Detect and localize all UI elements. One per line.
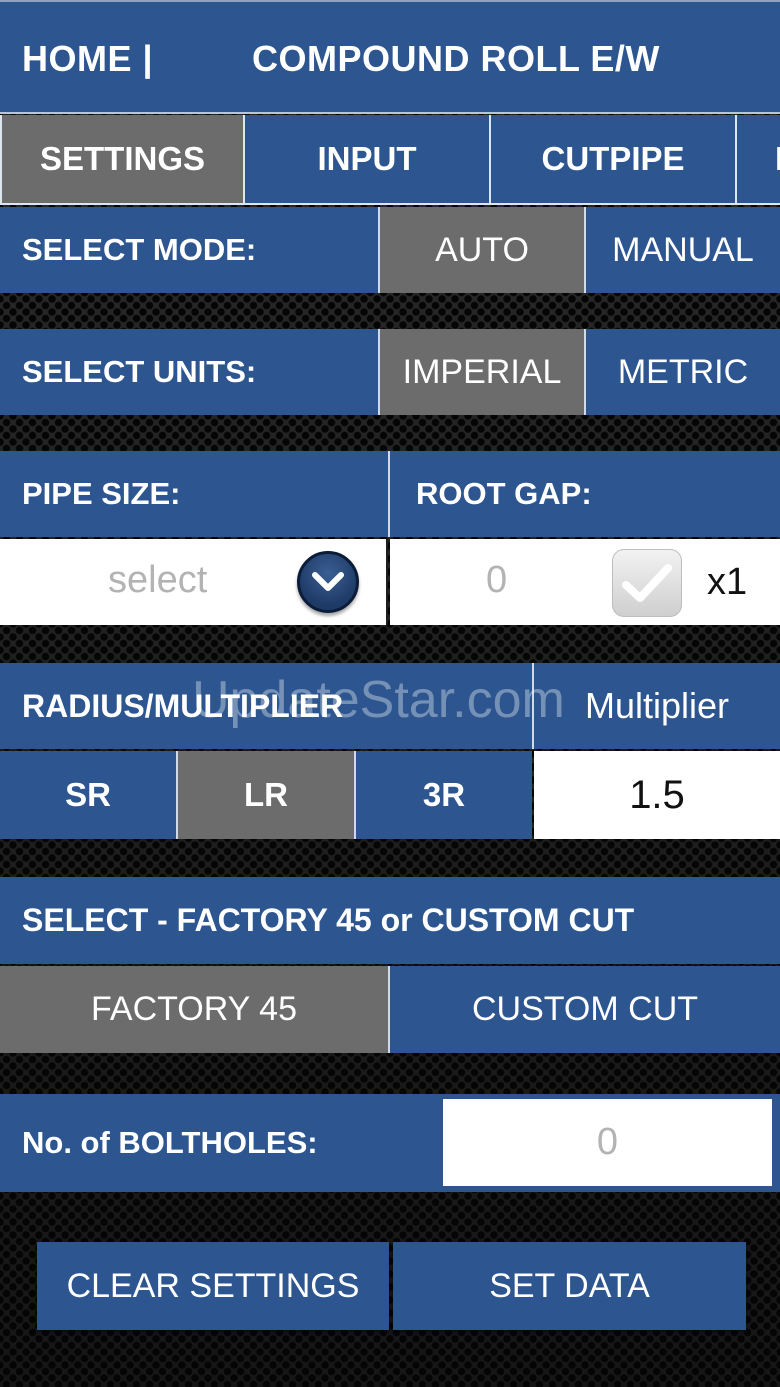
- radius-label: RADIUS/MULTIPLIER: [22, 687, 344, 724]
- multiplier-value: 1.5: [629, 772, 685, 817]
- units-label: SELECT UNITS:: [22, 354, 257, 389]
- root-gap-checkbox[interactable]: [612, 549, 682, 617]
- radius-3r-button[interactable]: 3R: [354, 751, 532, 839]
- tab-cutpipe[interactable]: CUTPIPE: [491, 115, 737, 205]
- tab-settings-label: SETTINGS: [39, 140, 206, 177]
- custom-cut-button[interactable]: CUSTOM CUT: [388, 966, 780, 1053]
- radius-3r-label: 3R: [422, 776, 466, 813]
- root-gap-label-cell: ROOT GAP:: [388, 451, 780, 537]
- multiplier-label: Multiplier: [584, 685, 730, 726]
- multiplier-label-cell: Multiplier: [532, 663, 780, 749]
- boltholes-label: No. of BOLTHOLES:: [22, 1125, 318, 1160]
- tab-cutpipe-label: CUTPIPE: [541, 140, 685, 177]
- units-imperial-button[interactable]: IMPERIAL: [378, 329, 584, 415]
- mode-manual-button[interactable]: MANUAL: [584, 207, 780, 293]
- checkmark-icon: [622, 564, 672, 602]
- pipe-size-placeholder: select: [108, 559, 208, 601]
- pipe-size-label-cell: PIPE SIZE:: [0, 451, 388, 537]
- mode-auto-button[interactable]: AUTO: [378, 207, 584, 293]
- app-header: HOME | COMPOUND ROLL E/W: [0, 0, 780, 114]
- clear-settings-button[interactable]: CLEAR SETTINGS: [37, 1242, 389, 1330]
- boltholes-field[interactable]: 0: [443, 1099, 772, 1186]
- custom-cut-label: CUSTOM CUT: [471, 990, 699, 1028]
- units-label-cell: SELECT UNITS:: [0, 329, 378, 415]
- mode-label: SELECT MODE:: [22, 232, 257, 267]
- tab-more[interactable]: I: [737, 115, 780, 205]
- cut-label-cell: SELECT - FACTORY 45 or CUSTOM CUT: [0, 877, 780, 964]
- tab-more-label: I: [775, 140, 780, 178]
- pipe-size-label: PIPE SIZE:: [22, 476, 181, 511]
- chevron-down-icon[interactable]: [297, 551, 359, 613]
- clear-settings-label: CLEAR SETTINGS: [66, 1266, 360, 1305]
- mode-auto-label: AUTO: [435, 230, 529, 269]
- cut-label: SELECT - FACTORY 45 or CUSTOM CUT: [22, 902, 635, 938]
- radius-lr-label: LR: [244, 776, 288, 813]
- factory-45-label: FACTORY 45: [91, 990, 297, 1028]
- units-metric-label: METRIC: [617, 352, 749, 391]
- tab-settings[interactable]: SETTINGS: [0, 115, 245, 205]
- home-link[interactable]: HOME |: [22, 38, 153, 80]
- factory-45-button[interactable]: FACTORY 45: [0, 966, 388, 1053]
- mode-manual-label: MANUAL: [612, 230, 754, 269]
- boltholes-value: 0: [596, 1121, 619, 1163]
- root-gap-value: 0: [486, 559, 508, 601]
- units-metric-button[interactable]: METRIC: [584, 329, 780, 415]
- multiplier-field[interactable]: 1.5: [534, 751, 780, 839]
- radius-sr-button[interactable]: SR: [0, 751, 176, 839]
- set-data-button[interactable]: SET DATA: [393, 1242, 746, 1330]
- radius-lr-button[interactable]: LR: [176, 751, 354, 839]
- radius-label-cell: RADIUS/MULTIPLIER: [0, 663, 532, 749]
- page-title: COMPOUND ROLL E/W: [252, 38, 660, 79]
- mode-label-cell: SELECT MODE:: [0, 207, 378, 293]
- root-gap-multiplier: x1: [707, 561, 748, 603]
- tab-input-label: INPUT: [317, 140, 417, 177]
- units-imperial-label: IMPERIAL: [402, 352, 562, 391]
- set-data-label: SET DATA: [489, 1266, 650, 1305]
- radius-sr-label: SR: [65, 776, 111, 813]
- tab-input[interactable]: INPUT: [245, 115, 491, 205]
- root-gap-label: ROOT GAP:: [416, 476, 592, 511]
